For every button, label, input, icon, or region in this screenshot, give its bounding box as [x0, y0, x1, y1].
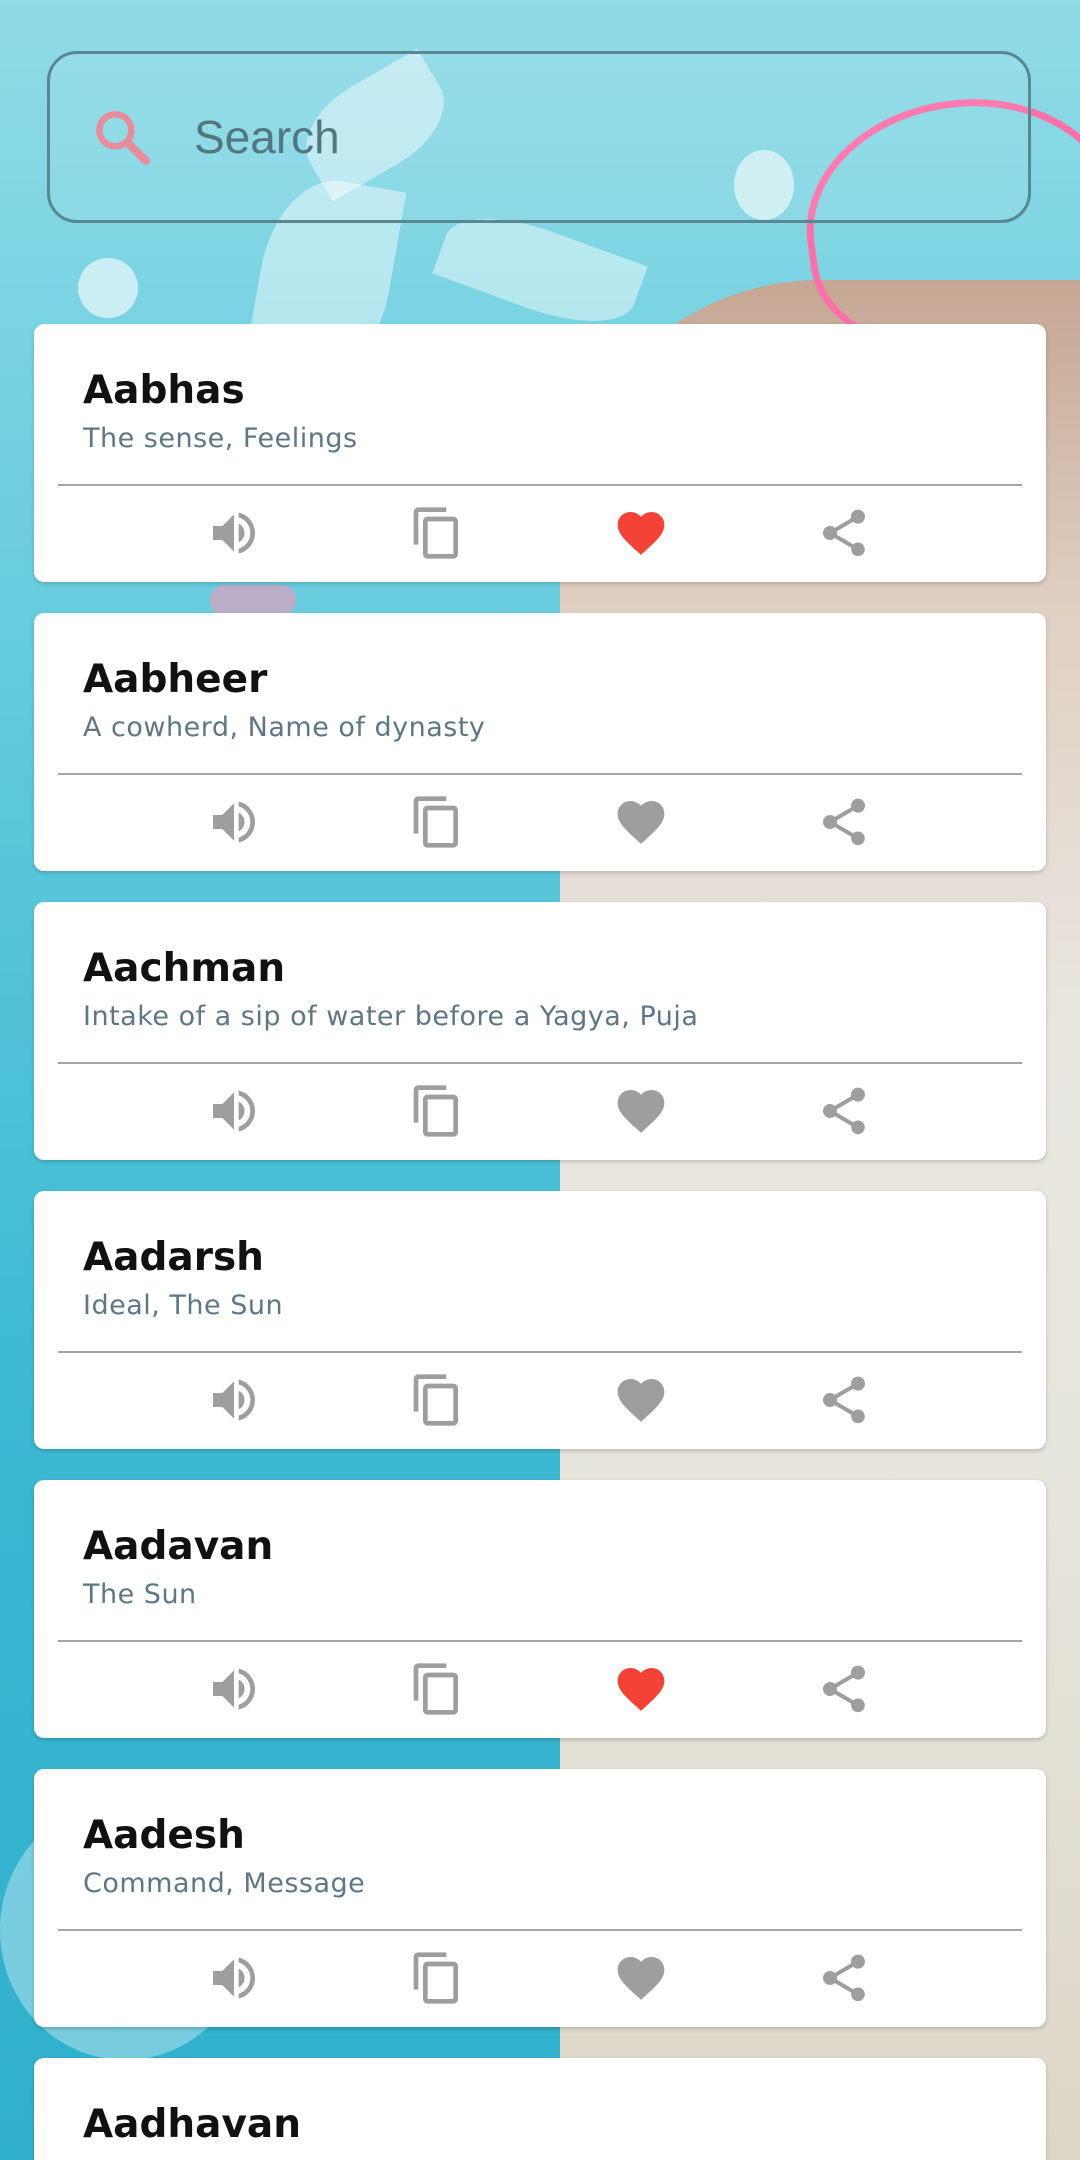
card-divider: [58, 1351, 1022, 1353]
volume-icon: [213, 1090, 255, 1132]
card-actions: [34, 1363, 1046, 1437]
favorite-button[interactable]: [604, 785, 678, 859]
volume-icon: [213, 1668, 255, 1710]
speak-button[interactable]: [197, 1363, 271, 1437]
name-card[interactable]: Aabhas The sense, Feelings: [34, 324, 1046, 582]
favorite-button[interactable]: [604, 1652, 678, 1726]
copy-icon: [413, 1085, 458, 1137]
card-divider: [58, 484, 1022, 486]
name-card[interactable]: Aadhavan: [34, 2058, 1046, 2160]
share-button[interactable]: [807, 1074, 881, 1148]
volume-icon: [213, 1379, 255, 1421]
name-card[interactable]: Aadarsh Ideal, The Sun: [34, 1191, 1046, 1449]
favorite-button[interactable]: [604, 496, 678, 570]
name-card[interactable]: Aachman Intake of a sip of water before a…: [34, 902, 1046, 1160]
heart-icon: [617, 801, 665, 844]
copy-button[interactable]: [400, 1652, 474, 1726]
background-dot: [78, 258, 138, 318]
name-title: Aadarsh: [83, 1235, 264, 1280]
share-icon: [823, 509, 865, 557]
card-divider: [58, 1640, 1022, 1642]
card-divider: [58, 1062, 1022, 1064]
speak-button[interactable]: [197, 1941, 271, 2015]
copy-button[interactable]: [400, 1074, 474, 1148]
heart-icon: [617, 1668, 665, 1711]
speak-button[interactable]: [197, 1652, 271, 1726]
name-card[interactable]: Aabheer A cowherd, Name of dynasty: [34, 613, 1046, 871]
share-button[interactable]: [807, 1363, 881, 1437]
share-icon: [823, 798, 865, 846]
share-button[interactable]: [807, 1652, 881, 1726]
card-actions: [34, 1074, 1046, 1148]
heart-icon: [617, 1379, 665, 1422]
copy-icon: [413, 1952, 458, 2004]
copy-button[interactable]: [400, 1941, 474, 2015]
card-actions: [34, 1941, 1046, 2015]
speak-button[interactable]: [197, 1074, 271, 1148]
volume-icon: [213, 512, 255, 554]
favorite-button[interactable]: [604, 1941, 678, 2015]
search-icon: [96, 111, 150, 165]
share-button[interactable]: [807, 1941, 881, 2015]
heart-icon: [617, 1957, 665, 2000]
name-meaning: Ideal, The Sun: [83, 1290, 284, 1321]
share-icon: [823, 1087, 865, 1135]
card-actions: [34, 785, 1046, 859]
name-meaning: A cowherd, Name of dynasty: [83, 712, 486, 743]
copy-icon: [413, 1374, 458, 1426]
name-title: Aachman: [83, 946, 286, 991]
card-actions: [34, 496, 1046, 570]
search-bar[interactable]: [47, 51, 1031, 223]
name-meaning: Command, Message: [83, 1868, 366, 1899]
name-meaning: The sense, Feelings: [83, 423, 358, 454]
search-input[interactable]: [194, 110, 1028, 164]
heart-icon: [617, 512, 665, 555]
name-meaning: The Sun: [83, 1579, 197, 1610]
name-meaning: Intake of a sip of water before a Yagya,…: [83, 1001, 699, 1032]
share-button[interactable]: [807, 496, 881, 570]
copy-icon: [413, 796, 458, 848]
copy-button[interactable]: [400, 785, 474, 859]
speak-button[interactable]: [197, 785, 271, 859]
name-title: Aabhas: [83, 368, 245, 413]
card-divider: [58, 1929, 1022, 1931]
copy-button[interactable]: [400, 496, 474, 570]
copy-icon: [413, 1663, 458, 1715]
heart-icon: [617, 1090, 665, 1133]
copy-button[interactable]: [400, 1363, 474, 1437]
name-card[interactable]: Aadavan The Sun: [34, 1480, 1046, 1738]
share-button[interactable]: [807, 785, 881, 859]
card-actions: [34, 1652, 1046, 1726]
name-title: Aadhavan: [83, 2102, 302, 2147]
speak-button[interactable]: [197, 496, 271, 570]
volume-icon: [213, 1957, 255, 1999]
card-divider: [58, 773, 1022, 775]
name-title: Aadesh: [83, 1813, 245, 1858]
copy-icon: [413, 507, 458, 559]
names-list: Aabhas The sense, Feelings Aabheer A cowher…: [34, 324, 1046, 2160]
share-icon: [823, 1665, 865, 1713]
app-screen: Aabhas The sense, Feelings Aabheer A cowher…: [0, 0, 1080, 2160]
favorite-button[interactable]: [604, 1363, 678, 1437]
name-title: Aadavan: [83, 1524, 274, 1569]
name-title: Aabheer: [83, 657, 268, 702]
share-icon: [823, 1954, 865, 2002]
volume-icon: [213, 801, 255, 843]
share-icon: [823, 1376, 865, 1424]
favorite-button[interactable]: [604, 1074, 678, 1148]
name-card[interactable]: Aadesh Command, Message: [34, 1769, 1046, 2027]
